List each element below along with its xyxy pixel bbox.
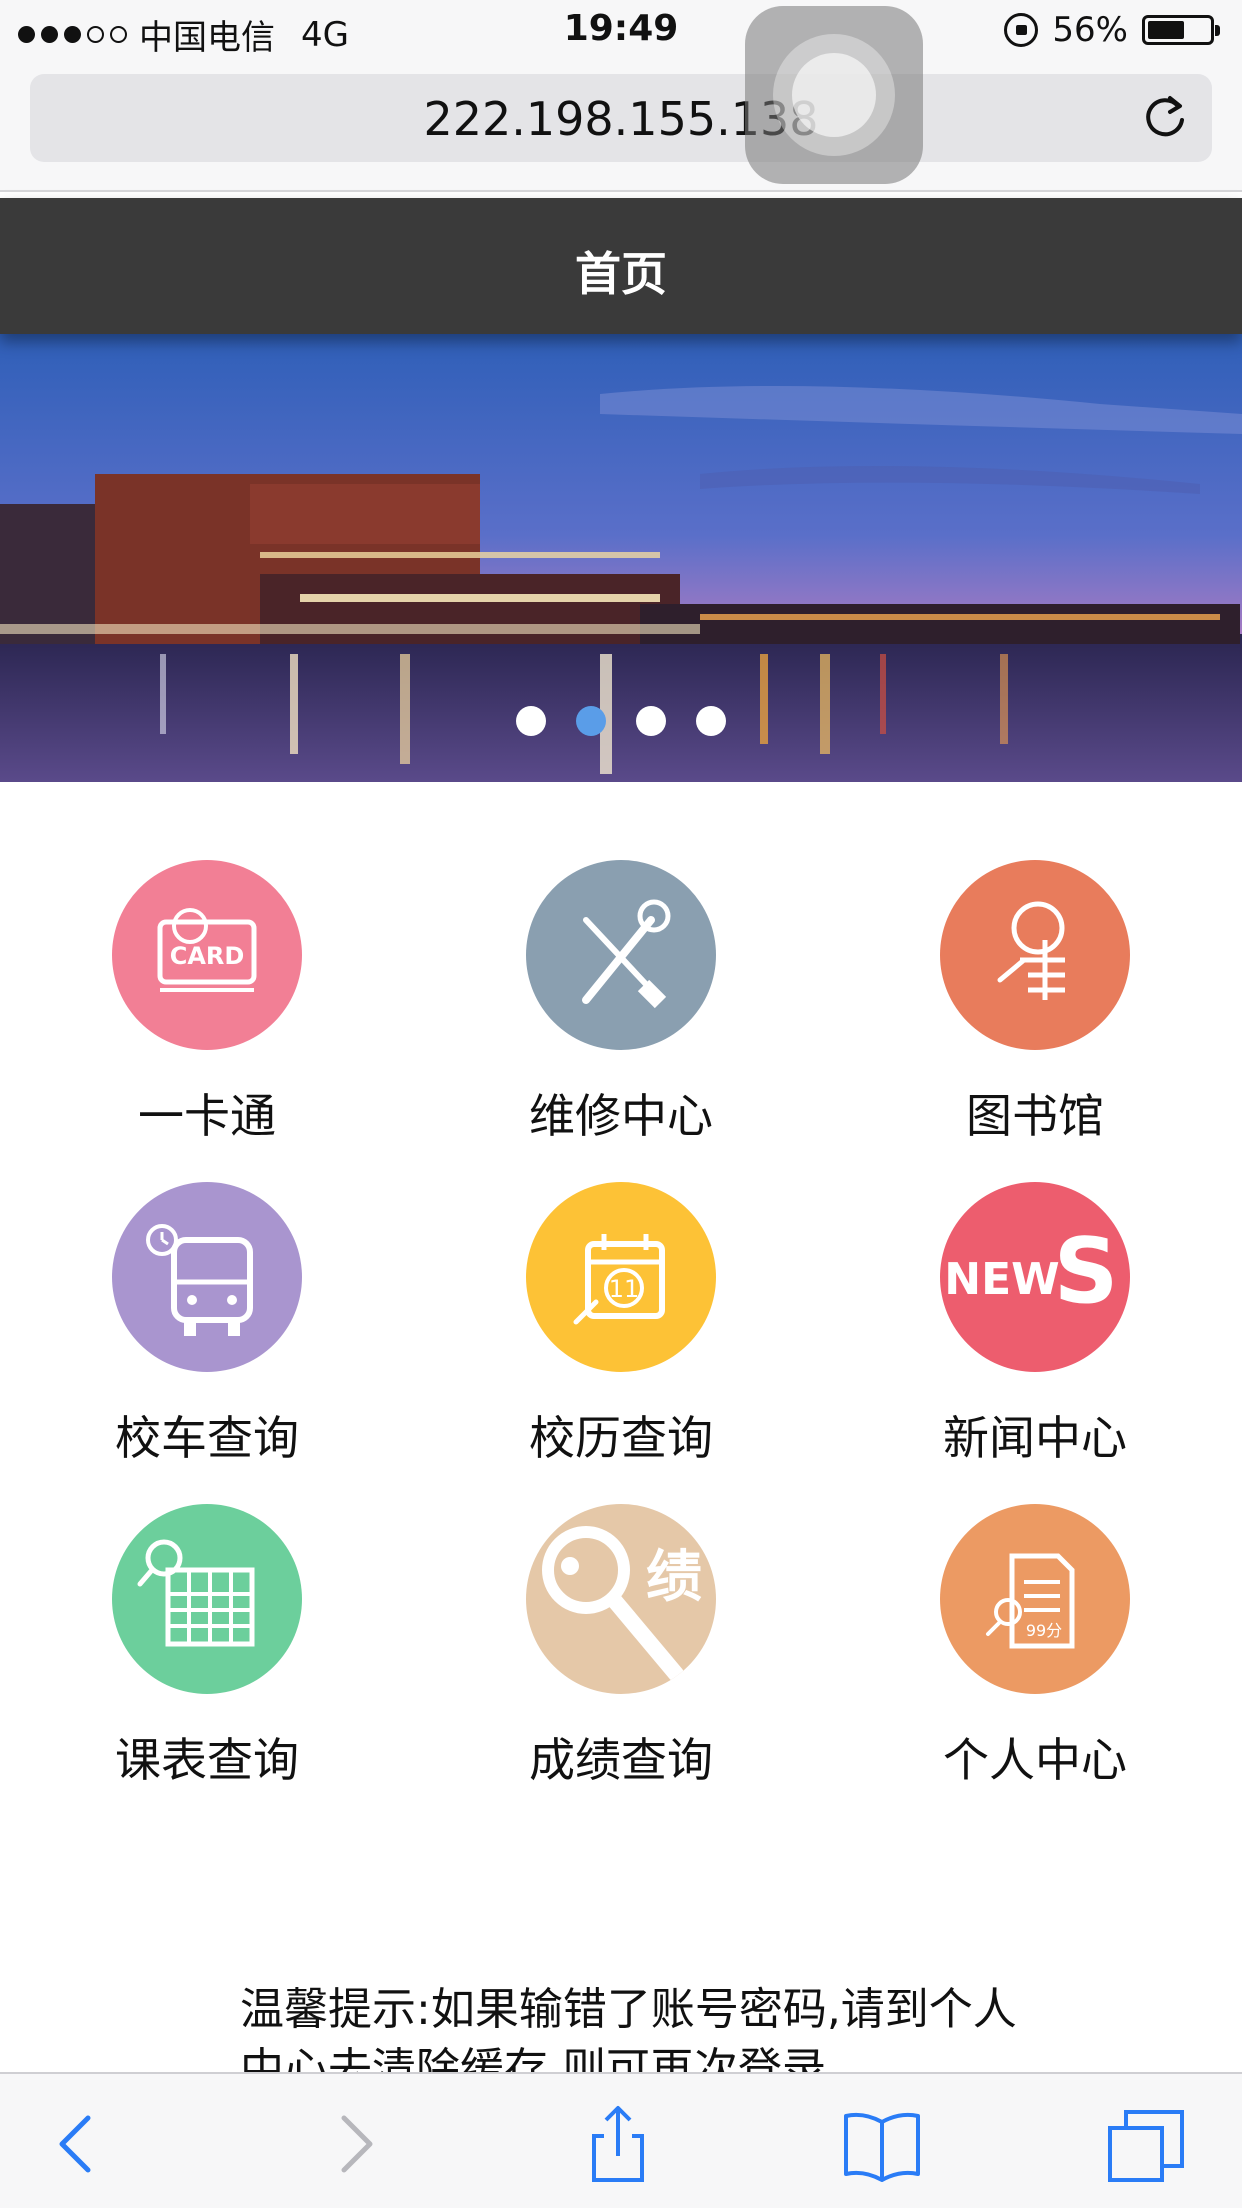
status-bar: 中国电信 4G 19:49 56% <box>0 0 1242 62</box>
page-title: 首页 <box>575 247 667 301</box>
pagination-dot[interactable] <box>516 706 546 736</box>
menu-label[interactable]: 维修中心 <box>491 1080 751 1146</box>
forward-icon[interactable] <box>314 2104 394 2184</box>
personal-center-icon[interactable]: 99分 <box>940 1504 1130 1694</box>
svg-text:99分: 99分 <box>1026 1621 1062 1640</box>
menu-label[interactable]: 图书馆 <box>905 1080 1165 1146</box>
calendar-icon[interactable]: 11 <box>526 1182 716 1372</box>
address-bar[interactable]: 222.198.155.138 <box>30 74 1212 162</box>
url-text[interactable]: 222.198.155.138 <box>30 92 1212 146</box>
orientation-lock-icon <box>1004 13 1039 47</box>
menu-item-timetable[interactable]: 课表查询 <box>77 1504 337 1790</box>
card-icon[interactable]: CARD <box>112 860 302 1050</box>
menu-item-personal[interactable]: 99分 个人中心 <box>905 1504 1165 1790</box>
menu-item-news[interactable]: NEW S 新闻中心 <box>905 1182 1165 1468</box>
svg-text:绩: 绩 <box>646 1545 702 1610</box>
menu-item-repair[interactable]: 维修中心 <box>491 860 751 1146</box>
menu-item-library[interactable]: 图书馆 <box>905 860 1165 1146</box>
assistive-touch-button[interactable] <box>745 6 923 184</box>
banner-pagination <box>0 706 1242 736</box>
pagination-dot[interactable] <box>696 706 726 736</box>
menu-label[interactable]: 成绩查询 <box>491 1724 751 1790</box>
share-icon[interactable] <box>578 2104 658 2184</box>
pagination-dot[interactable] <box>636 706 666 736</box>
library-icon[interactable] <box>940 860 1130 1050</box>
menu-label[interactable]: 一卡通 <box>77 1080 337 1146</box>
menu-label[interactable]: 新闻中心 <box>905 1402 1165 1468</box>
menu-item-calendar[interactable]: 11 校历查询 <box>491 1182 751 1468</box>
svg-text:11: 11 <box>609 1275 640 1303</box>
menu-label[interactable]: 校车查询 <box>77 1402 337 1468</box>
menu-item-card[interactable]: CARD 一卡通 <box>77 860 337 1146</box>
menu-label[interactable]: 校历查询 <box>491 1402 751 1468</box>
bookmarks-icon[interactable] <box>842 2104 922 2184</box>
grade-search-icon[interactable]: 绩 <box>526 1504 716 1694</box>
svg-text:S: S <box>1054 1219 1119 1324</box>
battery-icon <box>1142 15 1220 45</box>
svg-text:CARD: CARD <box>170 942 245 970</box>
svg-text:NEW: NEW <box>944 1254 1059 1305</box>
menu-item-bus[interactable]: 校车查询 <box>77 1182 337 1468</box>
browser-address-area: 222.198.155.138 <box>0 62 1242 192</box>
reload-icon[interactable] <box>1140 92 1190 142</box>
menu-label[interactable]: 个人中心 <box>905 1724 1165 1790</box>
menu-item-grades[interactable]: 绩 成绩查询 <box>491 1504 751 1790</box>
tabs-icon[interactable] <box>1106 2104 1186 2184</box>
wrench-screwdriver-icon[interactable] <box>526 860 716 1050</box>
page-header: 首页 <box>0 198 1242 334</box>
bus-icon[interactable] <box>112 1182 302 1372</box>
back-icon[interactable] <box>38 2104 118 2184</box>
menu-label[interactable]: 课表查询 <box>77 1724 337 1790</box>
pagination-dot-active[interactable] <box>576 706 606 736</box>
battery-percent: 56% <box>1052 10 1128 50</box>
browser-toolbar <box>0 2072 1242 2208</box>
news-icon[interactable]: NEW S <box>940 1182 1130 1372</box>
timetable-icon[interactable] <box>112 1504 302 1694</box>
